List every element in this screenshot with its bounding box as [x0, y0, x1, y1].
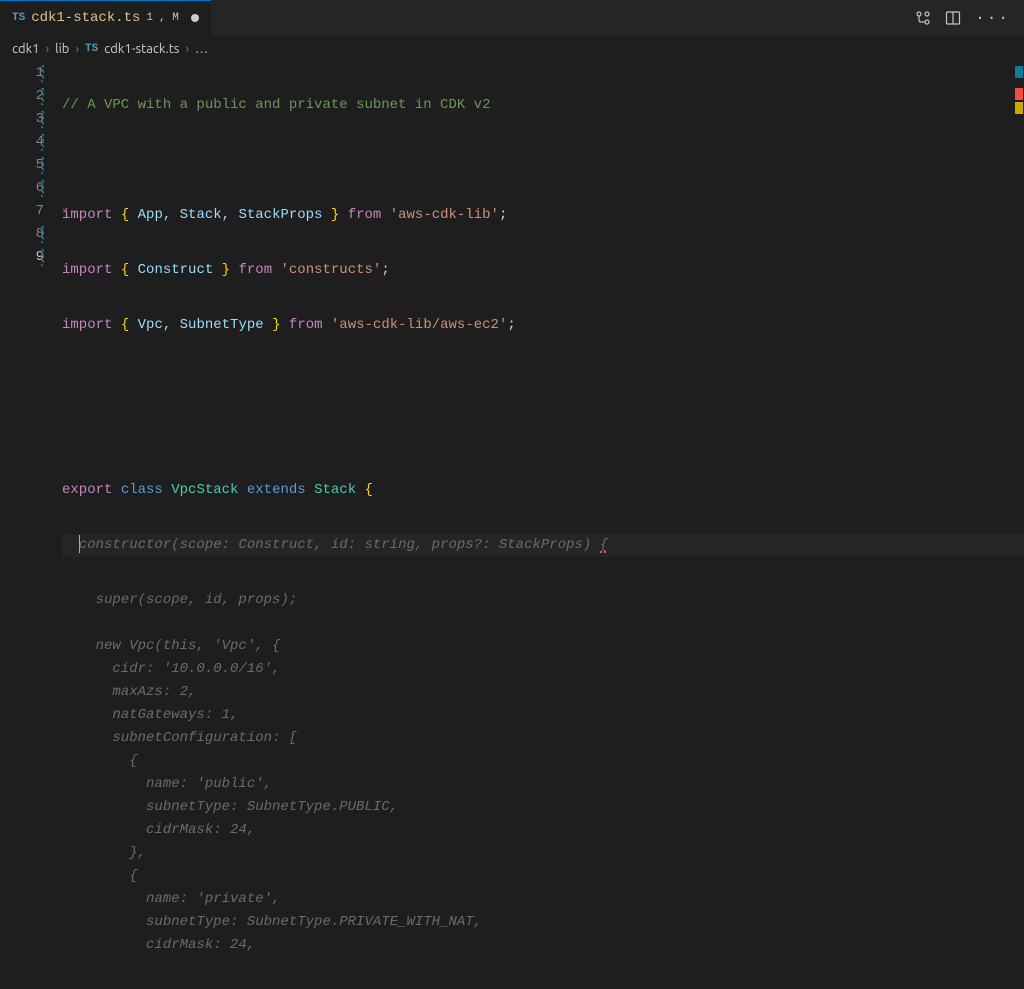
breadcrumb-folder[interactable]: cdk1	[12, 42, 40, 56]
inline-suggestion: cidrMask: 24,	[62, 937, 255, 953]
line-number: 5	[0, 154, 44, 177]
keyword: from	[238, 262, 272, 278]
typescript-file-icon: TS	[85, 43, 98, 55]
keyword: from	[289, 317, 323, 333]
string-literal: 'aws-cdk-lib/aws-ec2'	[331, 317, 507, 333]
inline-suggestion: cidr: '10.0.0.0/16',	[62, 661, 280, 677]
line-number: 2	[0, 85, 44, 108]
breadcrumb-folder[interactable]: lib	[55, 42, 69, 56]
line-number-gutter: 1 2 3 4 5 6 7 8 9	[0, 62, 62, 671]
inline-suggestion: {	[62, 753, 138, 769]
class-name: VpcStack	[171, 482, 238, 498]
ruler-modified-marker	[1015, 66, 1023, 78]
ruler-warning-marker	[1015, 102, 1023, 114]
chevron-right-icon: ›	[185, 42, 189, 56]
inline-suggestion: cidrMask: 24,	[62, 822, 255, 838]
keyword: from	[348, 207, 382, 223]
class-name: Stack	[314, 482, 356, 498]
chevron-right-icon: ›	[46, 42, 50, 56]
line-number: 1	[0, 62, 44, 85]
breadcrumb-file[interactable]: cdk1-stack.ts	[104, 42, 179, 56]
more-actions-icon[interactable]: ···	[975, 10, 1010, 26]
tab-filename: cdk1-stack.ts	[31, 10, 140, 26]
import-names: Construct	[138, 262, 214, 278]
inline-suggestion: subnetType: SubnetType.PRIVATE_WITH_NAT,	[62, 914, 482, 930]
keyword: import	[62, 207, 112, 223]
code-area[interactable]: // A VPC with a public and private subne…	[62, 62, 1024, 671]
line-number: 7	[0, 200, 44, 223]
inline-suggestion: new Vpc(this, 'Vpc', {	[62, 638, 280, 654]
inline-suggestion: name: 'public',	[62, 776, 272, 792]
inline-suggestion: {	[62, 868, 138, 884]
line-number: 3	[0, 108, 44, 131]
typescript-file-icon: TS	[12, 12, 25, 24]
line-number: 6	[0, 177, 44, 200]
inline-suggestion: name: 'private',	[62, 891, 280, 907]
inline-suggestion: natGateways: 1,	[62, 707, 238, 723]
line-number: 4	[0, 131, 44, 154]
editor-title-actions: ···	[915, 0, 1024, 35]
keyword: import	[62, 317, 112, 333]
tab-git-status: , M	[159, 12, 179, 24]
code-editor[interactable]: 1 2 3 4 5 6 7 8 9 ▸ // A VPC with a publ…	[0, 62, 1024, 671]
string-literal: 'constructs'	[281, 262, 382, 278]
keyword: export	[62, 482, 112, 498]
keyword: class	[121, 482, 163, 498]
tab-active[interactable]: TS cdk1-stack.ts 1 , M	[0, 0, 211, 35]
inline-suggestion: },	[62, 845, 146, 861]
inline-suggestion: maxAzs: 2,	[62, 684, 196, 700]
split-editor-icon[interactable]	[945, 10, 961, 26]
keyword: import	[62, 262, 112, 278]
overview-ruler[interactable]	[1012, 62, 1024, 671]
line-number: 8	[0, 223, 44, 246]
inline-suggestion: constructor(scope: Construct, id: string…	[79, 537, 600, 553]
tab-bar: TS cdk1-stack.ts 1 , M ···	[0, 0, 1024, 36]
import-names: Vpc, SubnetType	[138, 317, 264, 333]
inline-suggestion: super(scope, id, props);	[62, 592, 297, 608]
tab-problem-count: 1	[146, 12, 153, 24]
breadcrumb-symbol[interactable]: …	[195, 42, 208, 56]
line-number: 9	[0, 246, 44, 269]
string-literal: 'aws-cdk-lib'	[390, 207, 499, 223]
unsaved-indicator	[191, 14, 199, 22]
inline-suggestion: {	[600, 537, 608, 553]
keyword: extends	[247, 482, 306, 498]
import-names: App, Stack, StackProps	[138, 207, 323, 223]
inline-suggestion: subnetType: SubnetType.PUBLIC,	[62, 799, 398, 815]
ruler-error-marker	[1015, 88, 1023, 100]
chevron-right-icon: ›	[75, 42, 79, 56]
inline-suggestion: subnetConfiguration: [	[62, 730, 297, 746]
source-control-compare-icon[interactable]	[915, 10, 931, 26]
breadcrumbs[interactable]: cdk1 › lib › TS cdk1-stack.ts › …	[0, 36, 1024, 62]
code-comment: // A VPC with a public and private subne…	[62, 97, 490, 113]
